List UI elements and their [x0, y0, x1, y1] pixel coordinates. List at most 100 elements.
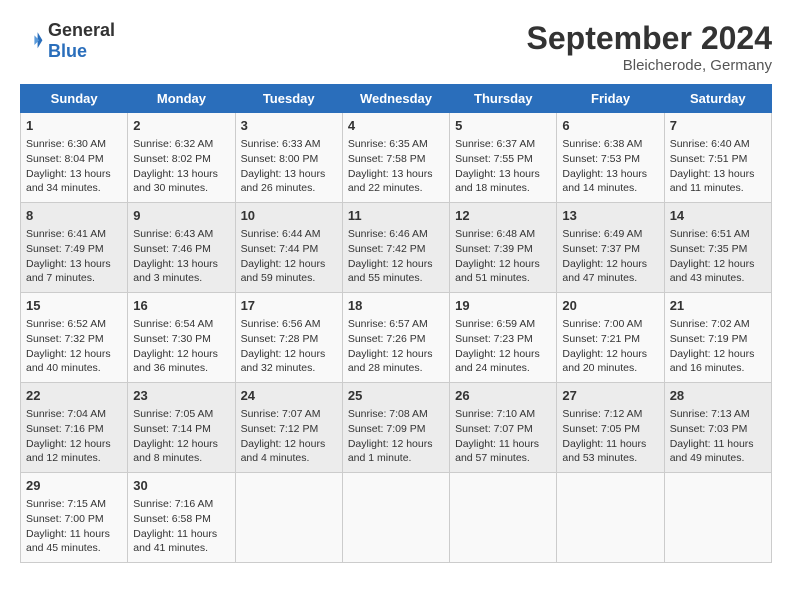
daylight-text: Daylight: 11 hours and 41 minutes.	[133, 527, 229, 556]
day-number: 26	[455, 387, 551, 405]
daylight-text: Daylight: 13 hours and 18 minutes.	[455, 167, 551, 196]
daylight-text: Daylight: 12 hours and 28 minutes.	[348, 347, 444, 376]
calendar-week-row: 29Sunrise: 7:15 AMSunset: 7:00 PMDayligh…	[21, 473, 772, 563]
calendar-week-row: 15Sunrise: 6:52 AMSunset: 7:32 PMDayligh…	[21, 293, 772, 383]
table-row: 5Sunrise: 6:37 AMSunset: 7:55 PMDaylight…	[450, 113, 557, 203]
daylight-text: Daylight: 12 hours and 1 minute.	[348, 437, 444, 466]
day-number: 19	[455, 297, 551, 315]
sunrise-text: Sunrise: 6:40 AM	[670, 137, 766, 152]
sunrise-text: Sunrise: 6:38 AM	[562, 137, 658, 152]
sunset-text: Sunset: 8:02 PM	[133, 152, 229, 167]
sunset-text: Sunset: 7:35 PM	[670, 242, 766, 257]
sunset-text: Sunset: 7:12 PM	[241, 422, 337, 437]
day-number: 13	[562, 207, 658, 225]
sunset-text: Sunset: 7:21 PM	[562, 332, 658, 347]
cell-content: 28Sunrise: 7:13 AMSunset: 7:03 PMDayligh…	[670, 387, 766, 466]
day-number: 23	[133, 387, 229, 405]
sunset-text: Sunset: 7:00 PM	[26, 512, 122, 527]
sunrise-text: Sunrise: 6:48 AM	[455, 227, 551, 242]
sunset-text: Sunset: 7:05 PM	[562, 422, 658, 437]
table-row: 12Sunrise: 6:48 AMSunset: 7:39 PMDayligh…	[450, 203, 557, 293]
cell-content: 16Sunrise: 6:54 AMSunset: 7:30 PMDayligh…	[133, 297, 229, 376]
cell-content: 19Sunrise: 6:59 AMSunset: 7:23 PMDayligh…	[455, 297, 551, 376]
table-row: 24Sunrise: 7:07 AMSunset: 7:12 PMDayligh…	[235, 383, 342, 473]
logo-icon	[20, 29, 44, 53]
sunset-text: Sunset: 7:53 PM	[562, 152, 658, 167]
table-row: 14Sunrise: 6:51 AMSunset: 7:35 PMDayligh…	[664, 203, 771, 293]
sunset-text: Sunset: 7:44 PM	[241, 242, 337, 257]
table-row: 3Sunrise: 6:33 AMSunset: 8:00 PMDaylight…	[235, 113, 342, 203]
sunset-text: Sunset: 7:28 PM	[241, 332, 337, 347]
sunrise-text: Sunrise: 6:56 AM	[241, 317, 337, 332]
sunset-text: Sunset: 8:00 PM	[241, 152, 337, 167]
day-number: 9	[133, 207, 229, 225]
cell-content: 6Sunrise: 6:38 AMSunset: 7:53 PMDaylight…	[562, 117, 658, 196]
cell-content: 18Sunrise: 6:57 AMSunset: 7:26 PMDayligh…	[348, 297, 444, 376]
cell-content: 20Sunrise: 7:00 AMSunset: 7:21 PMDayligh…	[562, 297, 658, 376]
table-row: 13Sunrise: 6:49 AMSunset: 7:37 PMDayligh…	[557, 203, 664, 293]
daylight-text: Daylight: 13 hours and 11 minutes.	[670, 167, 766, 196]
day-number: 11	[348, 207, 444, 225]
sunrise-text: Sunrise: 6:44 AM	[241, 227, 337, 242]
sunrise-text: Sunrise: 6:52 AM	[26, 317, 122, 332]
cell-content: 29Sunrise: 7:15 AMSunset: 7:00 PMDayligh…	[26, 477, 122, 556]
sunrise-text: Sunrise: 7:00 AM	[562, 317, 658, 332]
daylight-text: Daylight: 12 hours and 8 minutes.	[133, 437, 229, 466]
day-number: 15	[26, 297, 122, 315]
sunset-text: Sunset: 7:46 PM	[133, 242, 229, 257]
cell-content: 30Sunrise: 7:16 AMSunset: 6:58 PMDayligh…	[133, 477, 229, 556]
title-area: September 2024 Bleicherode, Germany	[527, 20, 772, 74]
sunset-text: Sunset: 8:04 PM	[26, 152, 122, 167]
sunset-text: Sunset: 7:42 PM	[348, 242, 444, 257]
daylight-text: Daylight: 13 hours and 22 minutes.	[348, 167, 444, 196]
location-subtitle: Bleicherode, Germany	[527, 57, 772, 74]
day-number: 24	[241, 387, 337, 405]
daylight-text: Daylight: 13 hours and 7 minutes.	[26, 257, 122, 286]
table-row: 27Sunrise: 7:12 AMSunset: 7:05 PMDayligh…	[557, 383, 664, 473]
sunrise-text: Sunrise: 6:30 AM	[26, 137, 122, 152]
table-row: 22Sunrise: 7:04 AMSunset: 7:16 PMDayligh…	[21, 383, 128, 473]
day-number: 1	[26, 117, 122, 135]
cell-content: 5Sunrise: 6:37 AMSunset: 7:55 PMDaylight…	[455, 117, 551, 196]
col-friday: Friday	[557, 85, 664, 113]
sunset-text: Sunset: 7:51 PM	[670, 152, 766, 167]
day-number: 7	[670, 117, 766, 135]
daylight-text: Daylight: 11 hours and 49 minutes.	[670, 437, 766, 466]
sunrise-text: Sunrise: 6:33 AM	[241, 137, 337, 152]
daylight-text: Daylight: 12 hours and 59 minutes.	[241, 257, 337, 286]
sunrise-text: Sunrise: 7:15 AM	[26, 497, 122, 512]
day-number: 17	[241, 297, 337, 315]
daylight-text: Daylight: 13 hours and 34 minutes.	[26, 167, 122, 196]
day-number: 16	[133, 297, 229, 315]
cell-content: 11Sunrise: 6:46 AMSunset: 7:42 PMDayligh…	[348, 207, 444, 286]
day-number: 2	[133, 117, 229, 135]
table-row: 28Sunrise: 7:13 AMSunset: 7:03 PMDayligh…	[664, 383, 771, 473]
sunrise-text: Sunrise: 6:37 AM	[455, 137, 551, 152]
sunset-text: Sunset: 7:30 PM	[133, 332, 229, 347]
cell-content: 8Sunrise: 6:41 AMSunset: 7:49 PMDaylight…	[26, 207, 122, 286]
sunrise-text: Sunrise: 6:41 AM	[26, 227, 122, 242]
sunset-text: Sunset: 6:58 PM	[133, 512, 229, 527]
day-number: 10	[241, 207, 337, 225]
sunset-text: Sunset: 7:16 PM	[26, 422, 122, 437]
sunrise-text: Sunrise: 6:43 AM	[133, 227, 229, 242]
sunrise-text: Sunrise: 6:49 AM	[562, 227, 658, 242]
sunset-text: Sunset: 7:03 PM	[670, 422, 766, 437]
sunrise-text: Sunrise: 7:02 AM	[670, 317, 766, 332]
daylight-text: Daylight: 12 hours and 43 minutes.	[670, 257, 766, 286]
day-number: 27	[562, 387, 658, 405]
daylight-text: Daylight: 12 hours and 32 minutes.	[241, 347, 337, 376]
cell-content: 3Sunrise: 6:33 AMSunset: 8:00 PMDaylight…	[241, 117, 337, 196]
table-row: 9Sunrise: 6:43 AMSunset: 7:46 PMDaylight…	[128, 203, 235, 293]
table-row	[342, 473, 449, 563]
cell-content: 23Sunrise: 7:05 AMSunset: 7:14 PMDayligh…	[133, 387, 229, 466]
logo-blue-text: Blue	[48, 41, 87, 61]
table-row	[235, 473, 342, 563]
sunrise-text: Sunrise: 7:16 AM	[133, 497, 229, 512]
table-row: 20Sunrise: 7:00 AMSunset: 7:21 PMDayligh…	[557, 293, 664, 383]
col-wednesday: Wednesday	[342, 85, 449, 113]
page-header: General Blue September 2024 Bleicherode,…	[20, 20, 772, 74]
col-tuesday: Tuesday	[235, 85, 342, 113]
table-row: 21Sunrise: 7:02 AMSunset: 7:19 PMDayligh…	[664, 293, 771, 383]
daylight-text: Daylight: 11 hours and 53 minutes.	[562, 437, 658, 466]
